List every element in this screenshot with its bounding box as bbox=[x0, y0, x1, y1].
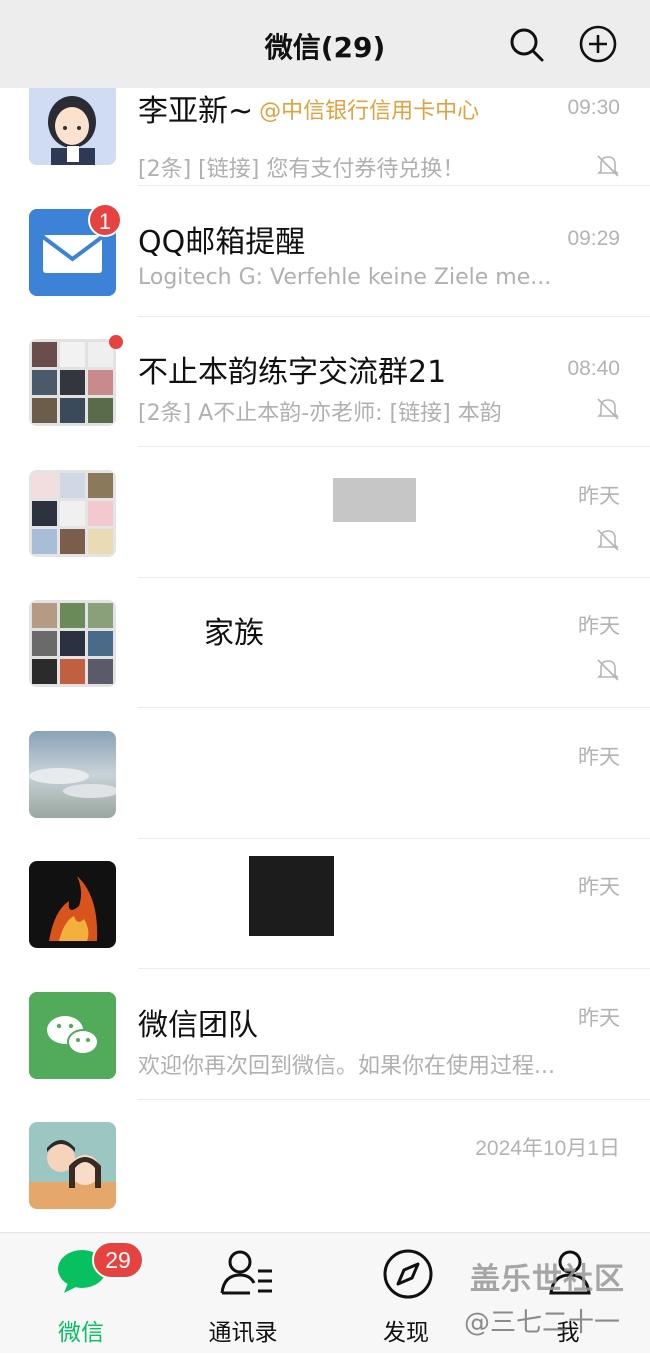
tab-chats[interactable]: 29 微信 bbox=[16, 1233, 146, 1354]
avatar bbox=[29, 731, 116, 818]
group-avatar bbox=[29, 600, 116, 687]
avatar bbox=[29, 992, 116, 1079]
mute-bell-icon bbox=[597, 529, 619, 551]
top-bar: 微信(29) bbox=[0, 0, 650, 88]
chat-time: 09:30 bbox=[567, 96, 620, 119]
wechat-logo-icon bbox=[29, 992, 116, 1079]
tab-label: 发现 bbox=[383, 1320, 429, 1346]
chat-row[interactable]: 2024年10月1日 bbox=[0, 1100, 650, 1230]
divider bbox=[138, 446, 650, 447]
watermark-author: @三七二十一 bbox=[464, 1308, 621, 1338]
tab-label: 微信 bbox=[58, 1320, 104, 1346]
divider bbox=[138, 185, 650, 186]
chat-time: 昨天 bbox=[578, 615, 620, 638]
chat-row[interactable]: 不止本韵练字交流群21 08:40 [2条] A不止本韵-亦老师: [链接] 本… bbox=[0, 317, 650, 447]
add-circle-icon[interactable] bbox=[578, 24, 618, 64]
mention-tag: @中信银行信用卡中心 bbox=[259, 99, 480, 124]
chat-row[interactable]: 昨天 bbox=[0, 709, 650, 839]
chat-time: 09:29 bbox=[567, 227, 620, 250]
mute-bell-icon bbox=[597, 155, 619, 177]
chat-name: 不止本韵练字交流群21 bbox=[138, 355, 447, 390]
chat-preview: 欢迎你再次回到微信。如果你在使用过程... bbox=[138, 1054, 555, 1079]
chat-name: 家族 bbox=[204, 616, 264, 651]
mute-bell-icon bbox=[597, 659, 619, 681]
contacts-icon bbox=[220, 1250, 272, 1295]
divider bbox=[138, 968, 650, 969]
tab-contacts[interactable]: 通讯录 bbox=[178, 1233, 308, 1354]
chat-row[interactable]: 微信团队 昨天 欢迎你再次回到微信。如果你在使用过程... bbox=[0, 970, 650, 1100]
tab-label: 通讯录 bbox=[208, 1320, 278, 1346]
watermark: 盖乐世社区 bbox=[470, 1262, 625, 1297]
avatar bbox=[29, 861, 116, 948]
divider bbox=[138, 707, 650, 708]
compass-icon bbox=[383, 1249, 433, 1299]
tab-discover[interactable]: 发现 bbox=[341, 1233, 471, 1354]
chat-list[interactable]: 李亚新~ @中信银行信用卡中心 09:30 [2条] [链接] 您有支付券待兑换！… bbox=[0, 88, 650, 1232]
chat-preview: Logitech G: Verfehle keine Ziele me... bbox=[138, 265, 552, 290]
chat-time: 昨天 bbox=[578, 485, 620, 508]
group-avatar bbox=[29, 339, 116, 426]
chat-row[interactable]: 昨天 bbox=[0, 839, 650, 969]
chat-time: 昨天 bbox=[578, 1007, 620, 1030]
chat-time: 2024年10月1日 bbox=[475, 1137, 620, 1160]
avatar bbox=[29, 88, 116, 165]
unread-count-badge: 1 bbox=[88, 203, 122, 237]
chat-name: QQ邮箱提醒 bbox=[138, 225, 306, 260]
chat-time: 昨天 bbox=[578, 746, 620, 769]
chat-preview: [2条] [链接] 您有支付券待兑换！ bbox=[138, 157, 465, 182]
redacted-block bbox=[249, 856, 334, 936]
page-title: 微信(29) bbox=[264, 31, 386, 64]
unread-dot bbox=[109, 335, 123, 349]
search-icon[interactable] bbox=[506, 24, 546, 64]
chat-row[interactable]: 李亚新~ @中信银行信用卡中心 09:30 [2条] [链接] 您有支付券待兑换！ bbox=[0, 88, 650, 186]
avatar bbox=[29, 1122, 116, 1209]
chat-row[interactable]: 昨天 bbox=[0, 448, 650, 578]
chat-row[interactable]: 家族 昨天 bbox=[0, 578, 650, 708]
unread-count-badge: 29 bbox=[92, 1241, 144, 1279]
group-avatar bbox=[29, 470, 116, 557]
chat-time: 08:40 bbox=[567, 357, 620, 380]
mute-bell-icon bbox=[597, 398, 619, 420]
chat-name: 微信团队 bbox=[138, 1008, 258, 1043]
chat-row[interactable]: 1 QQ邮箱提醒 09:29 Logitech G: Verfehle kein… bbox=[0, 187, 650, 317]
chat-time: 昨天 bbox=[578, 876, 620, 899]
chat-name: 李亚新~ @中信银行信用卡中心 bbox=[138, 94, 480, 129]
chat-preview: [2条] A不止本韵-亦老师: [链接] 本韵 bbox=[138, 401, 502, 426]
redacted-block bbox=[333, 478, 416, 522]
